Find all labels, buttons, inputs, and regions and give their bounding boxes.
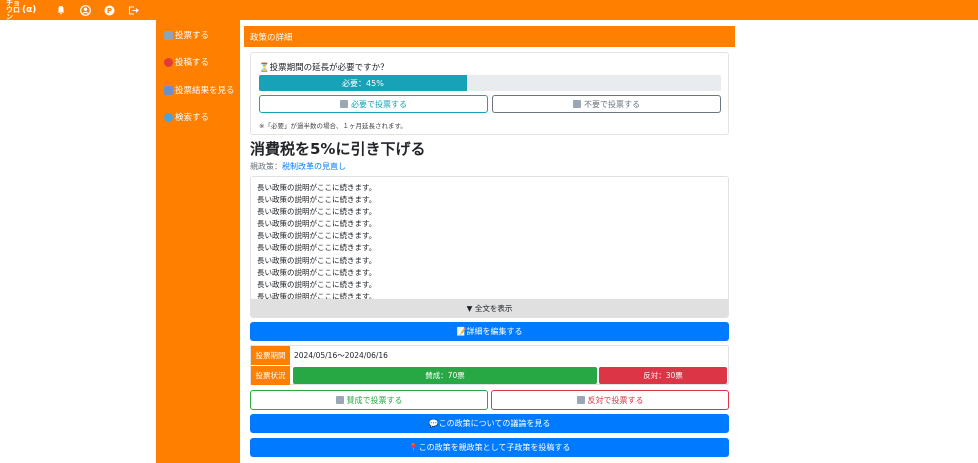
- page-header: 政策の詳細: [244, 26, 735, 47]
- bell-icon[interactable]: [54, 3, 68, 17]
- description-line: 長い政策の説明がここに続きます。: [257, 183, 377, 192]
- edit-details-label: 📝詳細を編集する: [456, 327, 523, 336]
- vote-need-label: 必要で投票する: [351, 99, 407, 109]
- sidebar-item-search[interactable]: 検索する: [164, 111, 209, 123]
- description-line: 長い政策の説明がここに続きます。: [257, 207, 377, 217]
- parent-policy: 親政策：税制改革の見直し: [250, 161, 346, 172]
- sidebar-item-label: 検索する: [175, 113, 210, 123]
- view-discussion-button[interactable]: 💬この政策についての議論を見る: [250, 414, 729, 433]
- edit-details-button[interactable]: 📝詳細を編集する: [250, 322, 729, 341]
- parent-policy-link[interactable]: 税制改革の見直し: [282, 162, 346, 171]
- vote-need-button[interactable]: 必要で投票する: [259, 95, 488, 113]
- vote-no-button[interactable]: 反対で投票する: [491, 390, 729, 410]
- period-label: 投票期間: [251, 346, 290, 365]
- svg-text:P: P: [106, 7, 111, 15]
- ballot-box-icon: [576, 396, 585, 404]
- vote-yes-button[interactable]: 賛成で投票する: [250, 390, 488, 410]
- logo-alpha: (α): [22, 5, 37, 15]
- policy-description: 長い政策の説明がここに続きます。 長い政策の説明がここに続きます。 長い政策の説明が…: [250, 176, 729, 318]
- policy-title: 消費税を5%に引き下げる: [250, 140, 426, 158]
- sidebar-item-vote[interactable]: 投票する: [164, 29, 209, 41]
- view-discussion-label: 💬この政策についての議論を見る: [428, 419, 551, 428]
- ballot-box-icon: [335, 396, 344, 404]
- sidebar-item-post[interactable]: 投稿する: [164, 56, 209, 68]
- logo-text: チョウロン: [6, 0, 20, 21]
- description-line: 長い政策の説明がここに続きます。: [257, 279, 377, 289]
- extension-question: ⏳投票期間の延長が必要ですか？: [259, 63, 389, 73]
- bar-chart-icon: [164, 85, 173, 95]
- vote-yes-label: 賛成で投票する: [346, 395, 403, 405]
- p-badge-icon[interactable]: P: [102, 3, 116, 17]
- top-navbar: チョウロン (α) P: [0, 0, 978, 20]
- vote-no-need-button[interactable]: 不要で投票する: [492, 95, 721, 113]
- extension-progress-label: 必要：45%: [342, 78, 384, 88]
- status-label: 投票状況: [251, 366, 290, 385]
- page-title: 政策の詳細: [250, 32, 293, 43]
- no-count-text: 反対：30票: [643, 371, 683, 380]
- extension-card: ⏳投票期間の延長が必要ですか？ 必要：45% 必要で投票する 不要で投票する ※…: [250, 52, 729, 135]
- expand-label: ▼ 全文を表示: [466, 303, 513, 313]
- logout-icon[interactable]: [126, 3, 140, 17]
- description-line: 長い政策の説明がここに続きます。: [257, 219, 377, 229]
- search-icon: [164, 112, 173, 122]
- sidebar-item-label: 投票する: [175, 31, 210, 41]
- ballot-box-icon: [573, 100, 581, 108]
- sidebar-item-results[interactable]: 投票結果を見る: [164, 84, 235, 96]
- description-line: 長い政策の説明がここに続きます。: [257, 267, 377, 277]
- period-value: 2024/05/16〜2024/06/16: [294, 351, 388, 360]
- parent-policy-label: 親政策：: [250, 162, 282, 171]
- description-line: 長い政策の説明がここに続きます。: [257, 243, 377, 253]
- description-line: 長い政策の説明がここに続きます。: [257, 255, 377, 265]
- post-child-policy-label: 📍この政策を親政策として子政策を投稿する: [408, 443, 571, 452]
- extension-progress-fill: 必要：45%: [259, 75, 467, 91]
- description-line: 長い政策の説明がここに続きます。: [257, 195, 377, 205]
- ballot-box-icon: [340, 100, 348, 108]
- vote-no-need-label: 不要で投票する: [584, 99, 640, 109]
- expand-full-text-button[interactable]: ▼ 全文を表示: [251, 299, 728, 317]
- sidebar: 投票する 投稿する 投票結果を見る 検索する: [156, 20, 240, 463]
- app-logo[interactable]: チョウロン (α): [6, 0, 40, 21]
- extension-note: ※「必要」が過半数の場合、１ヶ月延長されます。: [259, 122, 407, 130]
- extension-progress-bar: 必要：45%: [259, 75, 721, 91]
- vote-no-label: 反対で投票する: [587, 395, 644, 405]
- description-text: 長い政策の説明がここに続きます。 長い政策の説明がここに続きます。 長い政策の説明が…: [257, 182, 376, 303]
- no-count-bar: 反対：30票: [599, 367, 727, 384]
- yes-count-text: 賛成：70票: [425, 371, 465, 380]
- user-icon[interactable]: [78, 3, 92, 17]
- pin-icon: [164, 57, 173, 67]
- post-child-policy-button[interactable]: 📍この政策を親政策として子政策を投稿する: [250, 438, 729, 457]
- yes-count-bar: 賛成：70票: [293, 367, 597, 384]
- voting-info-table: 投票期間 2024/05/16〜2024/06/16 投票状況 賛成：70票 反…: [250, 345, 729, 385]
- description-line: 長い政策の説明がここに続きます。: [257, 231, 377, 241]
- ballot-box-icon: [164, 30, 173, 40]
- sidebar-item-label: 投稿する: [175, 58, 210, 68]
- sidebar-item-label: 投票結果を見る: [175, 86, 235, 96]
